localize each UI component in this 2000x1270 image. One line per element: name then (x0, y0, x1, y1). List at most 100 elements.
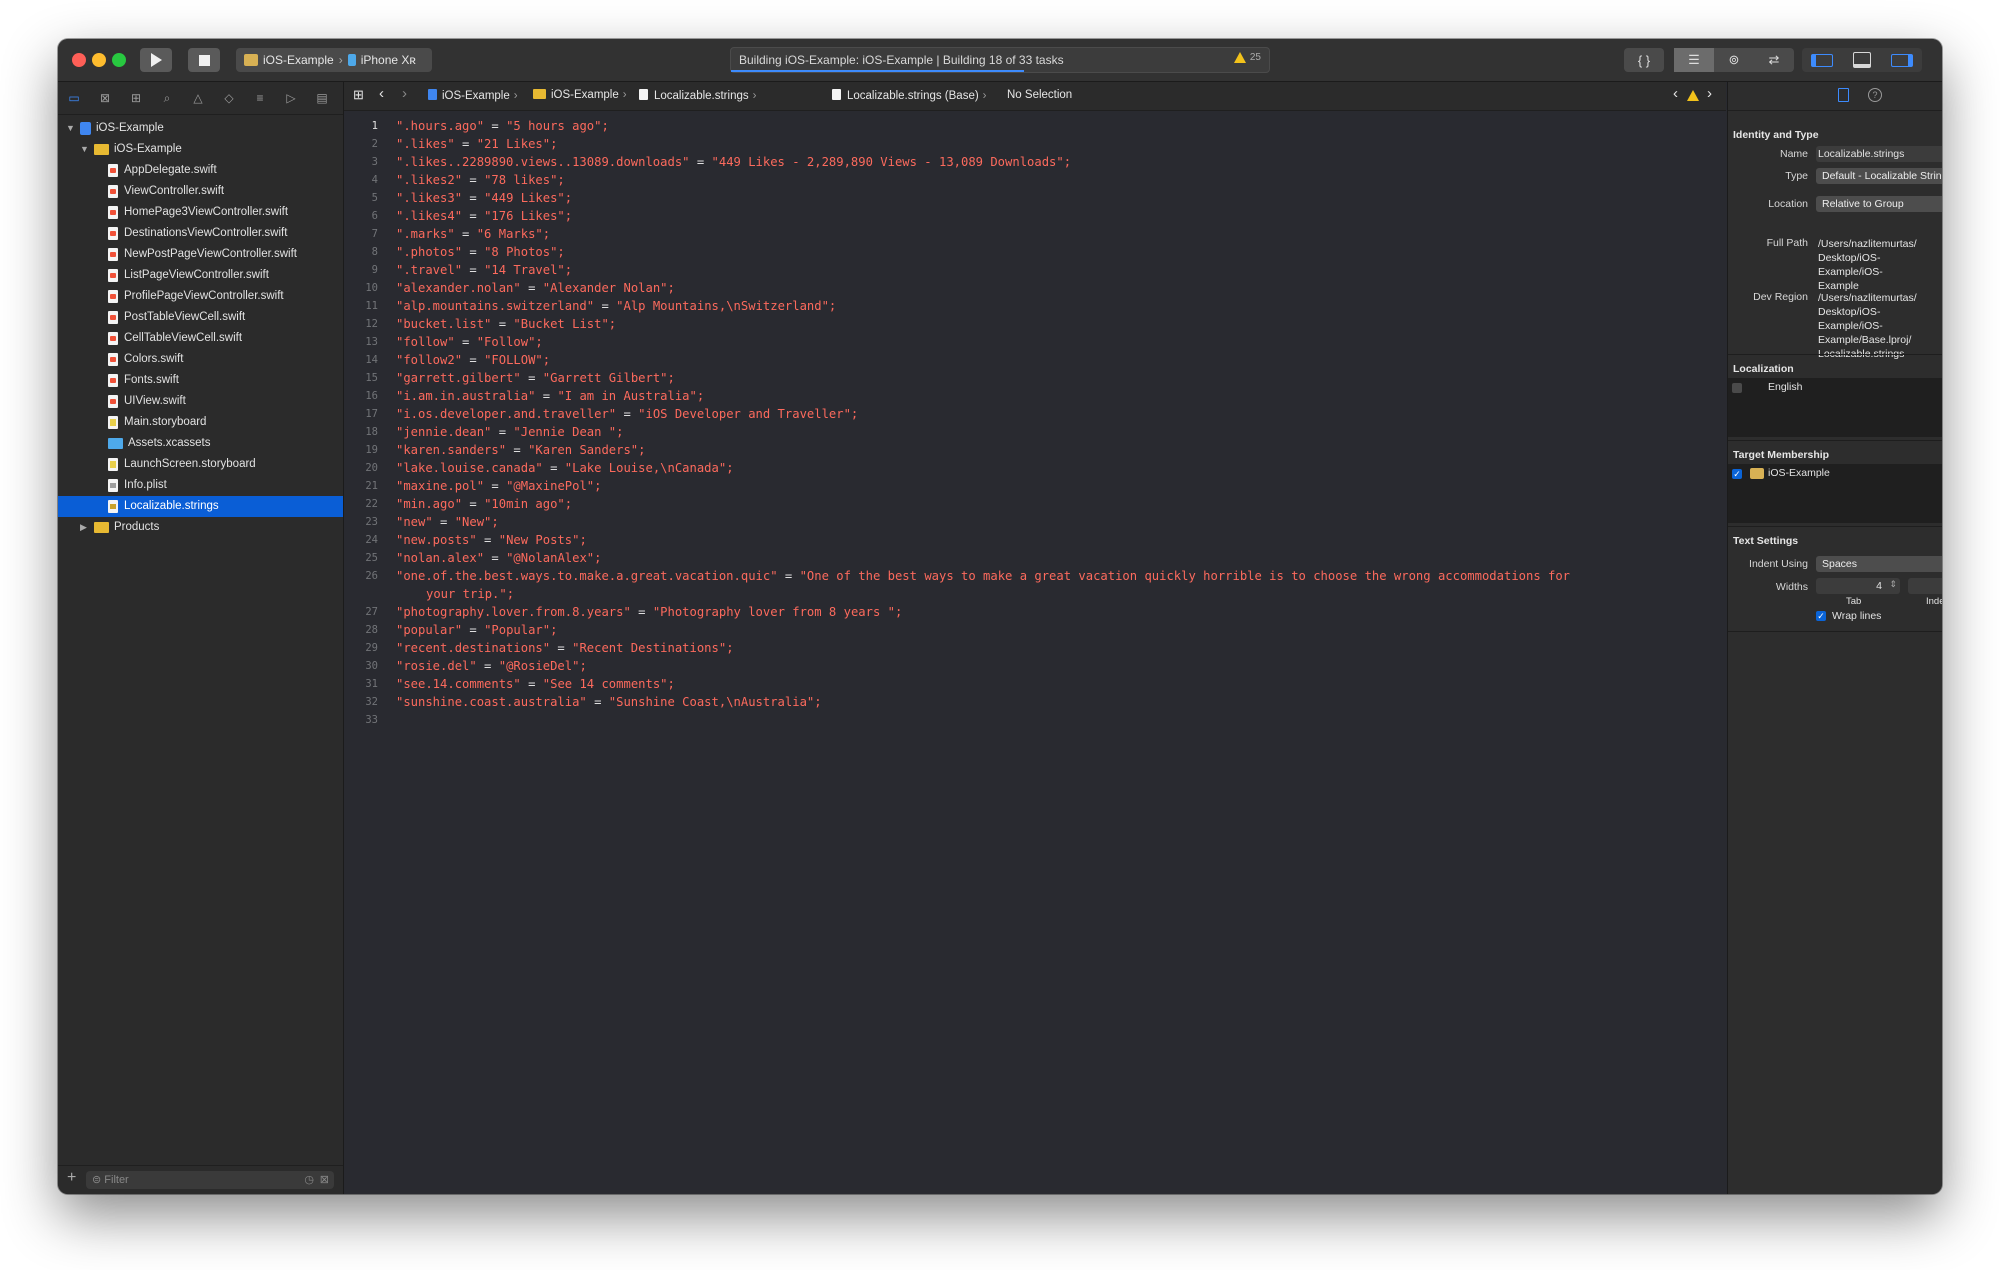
close-window-button[interactable] (72, 53, 86, 67)
navigator-item[interactable]: UIView.swift (58, 391, 343, 412)
code-line[interactable]: 25 "nolan.alex" = "@NolanAlex"; (344, 549, 1726, 567)
back-arrow-icon[interactable]: ‹ (379, 85, 384, 102)
code-line[interactable]: 9 ".travel" = "14 Travel"; (344, 261, 1726, 279)
code-line[interactable]: 27 "photography.lover.from.8.years" = "Ph… (344, 603, 1726, 621)
run-button[interactable] (140, 48, 172, 72)
disclosure-open-icon[interactable]: ▼ (80, 139, 89, 160)
navigator-item[interactable]: ▶ Products (58, 517, 343, 538)
code-line[interactable]: 10 "alexander.nolan" = "Alexander Nolan"; (344, 279, 1726, 297)
code-line[interactable]: 33 (344, 711, 1726, 729)
navigator-item[interactable]: ▼ iOS-Example (58, 118, 343, 139)
indent-width-field[interactable]: 4⇕ (1908, 578, 1942, 594)
navigator-item[interactable]: Info.plist (58, 475, 343, 496)
activity-viewer[interactable]: Building iOS-Example: iOS-Example | Buil… (730, 47, 1270, 73)
code-line[interactable]: 15 "garrett.gilbert" = "Garrett Gilbert"; (344, 369, 1726, 387)
navigator-item[interactable]: NewPostPageViewController.swift (58, 244, 343, 265)
code-line[interactable]: 32 "sunshine.coast.australia" = "Sunshine… (344, 693, 1726, 711)
navigator-item[interactable]: Main.storyboard (58, 412, 343, 433)
type-popup[interactable]: Default - Localizable Strin...⇕ (1816, 168, 1942, 184)
recent-files-icon[interactable]: ◷ (304, 1171, 314, 1189)
navigator-item[interactable]: AppDelegate.swift (58, 160, 343, 181)
target-checkbox[interactable]: ✓ (1732, 469, 1742, 479)
code-line[interactable]: 28 "popular" = "Popular"; (344, 621, 1726, 639)
code-line[interactable]: 16 "i.am.in.australia" = "I am in Austral… (344, 387, 1726, 405)
navigator-item[interactable]: HomePage3ViewController.swift (58, 202, 343, 223)
navigator-item[interactable]: Localizable.strings (58, 496, 343, 517)
report-icon[interactable]: ▤ (314, 90, 330, 106)
source-control-filter-icon[interactable]: ⊠ (320, 1171, 329, 1189)
related-items-icon[interactable]: ⊞ (353, 87, 364, 103)
navigator-item[interactable]: CellTableViewCell.swift (58, 328, 343, 349)
code-line[interactable]: 2 ".likes" = "21 Likes"; (344, 135, 1726, 153)
folder-icon[interactable]: ▭ (66, 90, 82, 106)
standard-editor-icon[interactable]: ☰ (1674, 48, 1714, 72)
navigator-item[interactable]: ViewController.swift (58, 181, 343, 202)
source-editor[interactable]: 1 ".hours.ago" = "5 hours ago"; 2 ".likes" … (344, 111, 1726, 1194)
breadcrumb-project[interactable]: iOS-Example › (428, 89, 518, 102)
disclosure-closed-icon[interactable]: ▶ (80, 517, 87, 538)
view-toggle-control[interactable] (1802, 48, 1922, 72)
navigator-item[interactable]: Colors.swift (58, 349, 343, 370)
code-line[interactable]: 13 "follow" = "Follow"; (344, 333, 1726, 351)
test-icon[interactable]: ◇ (221, 90, 237, 106)
code-line[interactable]: 4 ".likes2" = "78 likes"; (344, 171, 1726, 189)
navigator-item[interactable]: Fonts.swift (58, 370, 343, 391)
source-control-icon[interactable]: ⊠ (97, 90, 113, 106)
code-line[interactable]: 22 "min.ago" = "10min ago"; (344, 495, 1726, 513)
quick-help-icon[interactable]: ? (1868, 88, 1882, 102)
previous-issue-icon[interactable]: ‹ (1673, 85, 1678, 102)
code-line[interactable]: 24 "new.posts" = "New Posts"; (344, 531, 1726, 549)
code-line[interactable]: 19 "karen.sanders" = "Karen Sanders"; (344, 441, 1726, 459)
forward-arrow-icon[interactable]: › (402, 85, 407, 102)
location-popup[interactable]: Relative to Group⇕ (1816, 196, 1942, 212)
code-line[interactable]: 23 "new" = "New"; (344, 513, 1726, 531)
code-line[interactable]: 31 "see.14.comments" = "See 14 comments"; (344, 675, 1726, 693)
code-line[interactable]: 7 ".marks" = "6 Marks"; (344, 225, 1726, 243)
code-line[interactable]: 21 "maxine.pol" = "@MaxinePol"; (344, 477, 1726, 495)
version-editor-icon[interactable]: ⇄ (1754, 48, 1794, 72)
debug-icon[interactable]: ≡ (252, 90, 268, 106)
add-icon[interactable]: + (67, 1169, 76, 1187)
toggle-inspector-icon[interactable] (1882, 48, 1922, 72)
toggle-navigator-icon[interactable] (1802, 48, 1842, 72)
breadcrumb-selection[interactable]: No Selection (1007, 89, 1072, 101)
code-line[interactable]: 17 "i.os.developer.and.traveller" = "iOS … (344, 405, 1726, 423)
scheme-selector[interactable]: iOS-Example › iPhone Xʀ (236, 48, 432, 72)
code-line[interactable]: 11 "alp.mountains.switzerland" = "Alp Mou… (344, 297, 1726, 315)
navigator-item[interactable]: ProfilePageViewController.swift (58, 286, 343, 307)
breadcrumb-group[interactable]: iOS-Example › (533, 89, 627, 101)
code-line[interactable]: 12 "bucket.list" = "Bucket List"; (344, 315, 1726, 333)
symbol-icon[interactable]: ⊞ (128, 90, 144, 106)
zoom-window-button[interactable] (112, 53, 126, 67)
navigator-item[interactable]: Assets.xcassets (58, 433, 343, 454)
code-line[interactable]: 14 "follow2" = "FOLLOW"; (344, 351, 1726, 369)
stop-button[interactable] (188, 48, 220, 72)
code-line[interactable]: 18 "jennie.dean" = "Jennie Dean "; (344, 423, 1726, 441)
navigator-item[interactable]: LaunchScreen.storyboard (58, 454, 343, 475)
code-line[interactable]: 1 ".hours.ago" = "5 hours ago"; (344, 117, 1726, 135)
code-line[interactable]: 6 ".likes4" = "176 Likes"; (344, 207, 1726, 225)
toggle-debug-area-icon[interactable] (1842, 48, 1882, 72)
name-field[interactable]: Localizable.strings (1816, 146, 1942, 162)
navigator-item[interactable]: ListPageViewController.swift (58, 265, 343, 286)
issue-warning-icon[interactable] (1687, 90, 1699, 101)
localization-checkbox[interactable] (1732, 383, 1742, 393)
code-line[interactable]: 29 "recent.destinations" = "Recent Destin… (344, 639, 1726, 657)
next-issue-icon[interactable]: › (1707, 85, 1712, 102)
file-inspector-icon[interactable] (1838, 88, 1849, 102)
indent-using-popup[interactable]: Spaces⇕ (1816, 556, 1942, 572)
filter-input[interactable]: ⊜ Filter ◷ ⊠ (86, 1171, 334, 1189)
breakpoint-icon[interactable]: ▷ (283, 90, 299, 106)
code-line-wrapped[interactable]: your trip."; (344, 585, 1726, 603)
wrap-lines-checkbox[interactable]: ✓ (1816, 611, 1826, 621)
breadcrumb-file[interactable]: Localizable.strings › (639, 89, 756, 102)
warning-indicator[interactable]: 25 (1233, 52, 1261, 63)
editor-mode-control[interactable]: ☰ ⊚ ⇄ (1674, 48, 1794, 72)
navigator-item[interactable]: DestinationsViewController.swift (58, 223, 343, 244)
code-line[interactable]: 5 ".likes3" = "449 Likes"; (344, 189, 1726, 207)
minimize-window-button[interactable] (92, 53, 106, 67)
breadcrumb-localization[interactable]: Localizable.strings (Base) › (832, 89, 987, 102)
navigator-item[interactable]: PostTableViewCell.swift (58, 307, 343, 328)
search-icon[interactable]: ⌕ (159, 90, 175, 106)
issue-icon[interactable]: △ (190, 90, 206, 106)
